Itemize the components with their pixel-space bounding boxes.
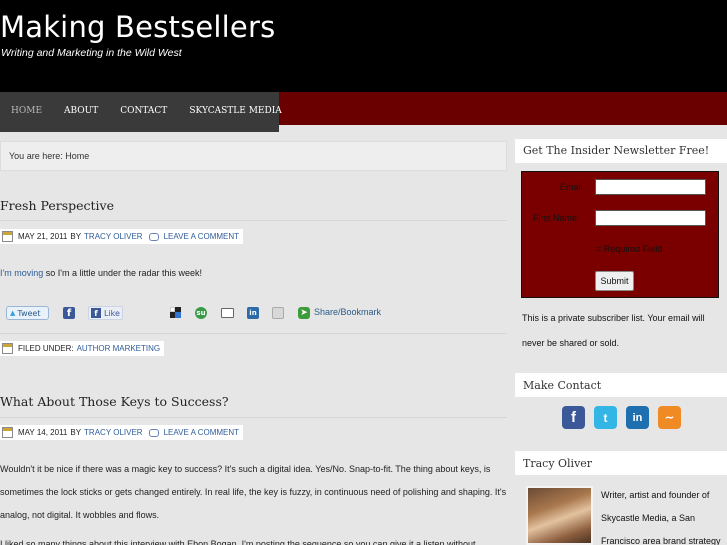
submit-button[interactable]: Submit: [595, 271, 634, 291]
twitter-icon[interactable]: t: [594, 406, 617, 429]
email-icon[interactable]: [221, 308, 234, 318]
required-field-note: = Required Field: [596, 244, 663, 254]
facebook-icon[interactable]: f: [562, 406, 585, 429]
newsletter-form: Email First Name = Required Field Submit: [521, 171, 719, 298]
share-icon[interactable]: ➤: [298, 307, 310, 319]
facebook-like-button[interactable]: f Like: [88, 306, 123, 320]
first-name-label: First Name: [533, 213, 578, 223]
comment-icon: [148, 428, 159, 437]
like-label: Like: [104, 308, 120, 318]
post-title[interactable]: Fresh Perspective: [0, 198, 114, 213]
divider: [0, 417, 507, 418]
privacy-note: This is a private subscriber list. Your …: [522, 313, 705, 348]
stumbleupon-icon[interactable]: su: [195, 307, 207, 319]
tweet-button[interactable]: ▲ Tweet: [6, 306, 49, 320]
divider: [0, 333, 507, 334]
site-header: Making Bestsellers Writing and Marketing…: [0, 0, 727, 92]
leave-comment-link[interactable]: Leave a Comment: [164, 428, 239, 437]
email-label: Email: [560, 182, 583, 192]
share-toolbar: ▲ Tweet f f Like su in ➤ Share/Bookmark: [6, 305, 406, 321]
divider: [0, 220, 507, 221]
linkedin-share-icon[interactable]: in: [247, 307, 259, 319]
post-meta: May 14, 2011 by Tracy Oliver Leave a Com…: [0, 425, 244, 440]
digg-icon[interactable]: [272, 307, 284, 319]
category-link[interactable]: Author Marketing: [77, 344, 161, 353]
rss-icon[interactable]: ∼: [658, 406, 681, 429]
moving-link[interactable]: I'm moving: [0, 268, 43, 278]
first-name-field[interactable]: [595, 210, 706, 226]
post-filed-under: Filed Under: Author Marketing: [0, 341, 165, 356]
email-field[interactable]: [595, 179, 706, 195]
nav-item-contact[interactable]: Contact: [120, 92, 167, 116]
calendar-icon: [2, 427, 13, 438]
linkedin-icon[interactable]: in: [626, 406, 649, 429]
post-text: so I'm a little under the radar this wee…: [43, 268, 203, 278]
facebook-share-icon[interactable]: f: [63, 307, 75, 319]
nav-item-about[interactable]: About: [64, 92, 98, 116]
tweet-label: Tweet: [17, 308, 41, 318]
post-paragraph: Wouldn't it be nice if there was a magic…: [0, 464, 507, 520]
author-photo: [526, 486, 593, 545]
post-by: by: [70, 232, 82, 241]
main-nav: Home About Contact Skycastle Media: [0, 92, 282, 132]
site-tagline: Writing and Marketing in the Wild West: [1, 47, 182, 59]
calendar-icon: [2, 231, 13, 242]
delicious-icon[interactable]: [170, 307, 181, 318]
post-excerpt: I'm moving so I'm a little under the rad…: [0, 262, 507, 285]
comment-icon: [148, 232, 159, 241]
post-meta: May 21, 2011 by Tracy Oliver Leave a Com…: [0, 229, 244, 244]
post-title[interactable]: What About Those Keys to Success?: [0, 394, 229, 409]
share-bookmark-link[interactable]: Share/Bookmark: [314, 307, 381, 317]
facebook-icon: f: [91, 308, 101, 318]
author-bio: Writer, artist and founder of Skycastle …: [601, 490, 721, 545]
post-author-link[interactable]: Tracy Oliver: [84, 428, 143, 437]
post-paragraph: I liked so many things about this interv…: [0, 539, 476, 545]
leave-comment-link[interactable]: Leave a Comment: [164, 232, 239, 241]
post-date: May 14, 2011: [18, 428, 68, 437]
post-date: May 21, 2011: [18, 232, 68, 241]
make-contact-title: Make Contact: [523, 379, 602, 392]
social-icons: f t in ∼: [562, 406, 682, 430]
post-by: by: [70, 428, 82, 437]
author-title: Tracy Oliver: [523, 457, 593, 470]
post-author-link[interactable]: Tracy Oliver: [84, 232, 143, 241]
nav-item-skycastle-media[interactable]: Skycastle Media: [189, 92, 281, 116]
folder-icon: [2, 343, 13, 354]
newsletter-title: Get The Insider Newsletter Free!: [523, 144, 710, 157]
filed-under-label: Filed Under:: [18, 344, 74, 353]
breadcrumb: You are here: Home: [0, 141, 507, 171]
site-title[interactable]: Making Bestsellers: [0, 10, 275, 44]
nav-item-home[interactable]: Home: [11, 92, 42, 116]
twitter-bird-icon: ▲: [10, 309, 16, 317]
